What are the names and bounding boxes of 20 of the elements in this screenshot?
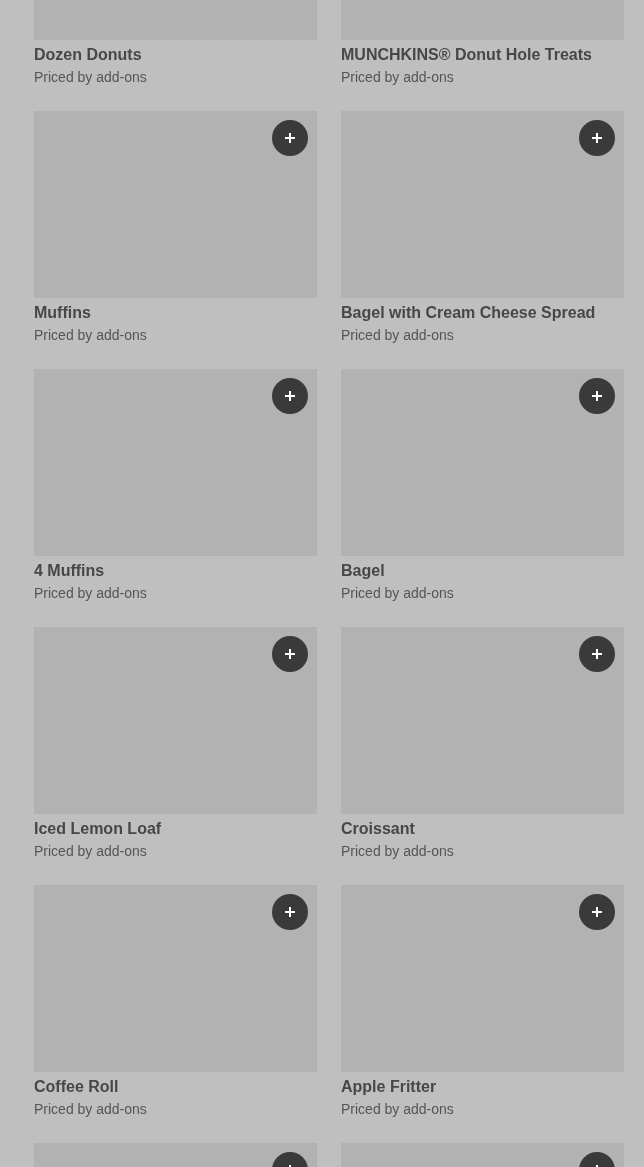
item-title: Muffins <box>34 303 92 323</box>
item-title: Apple Fritter <box>341 1077 438 1097</box>
item-price-note: Priced by add-ons <box>34 68 148 87</box>
item-title: Croissant <box>341 819 416 839</box>
item-price-note: Priced by add-ons <box>341 842 455 861</box>
item-price-note: Priced by add-ons <box>341 1100 455 1119</box>
item-title: Bagel <box>341 561 386 581</box>
item-title: Dozen Donuts <box>34 45 143 65</box>
item-price-note: Priced by add-ons <box>34 1100 148 1119</box>
item-price-note: Priced by add-ons <box>34 584 148 603</box>
item-price-note: Priced by add-ons <box>341 584 455 603</box>
item-price-note: Priced by add-ons <box>34 326 148 345</box>
item-title: Coffee Roll <box>34 1077 120 1097</box>
item-title: Bagel with Cream Cheese Spread <box>341 303 597 323</box>
item-title: 4 Muffins <box>34 561 106 581</box>
item-title: Iced Lemon Loaf <box>34 819 163 839</box>
item-price-note: Priced by add-ons <box>34 842 148 861</box>
item-price-note: Priced by add-ons <box>341 68 455 87</box>
item-title: MUNCHKINS® Donut Hole Treats <box>341 45 593 65</box>
item-price-note: Priced by add-ons <box>341 326 455 345</box>
